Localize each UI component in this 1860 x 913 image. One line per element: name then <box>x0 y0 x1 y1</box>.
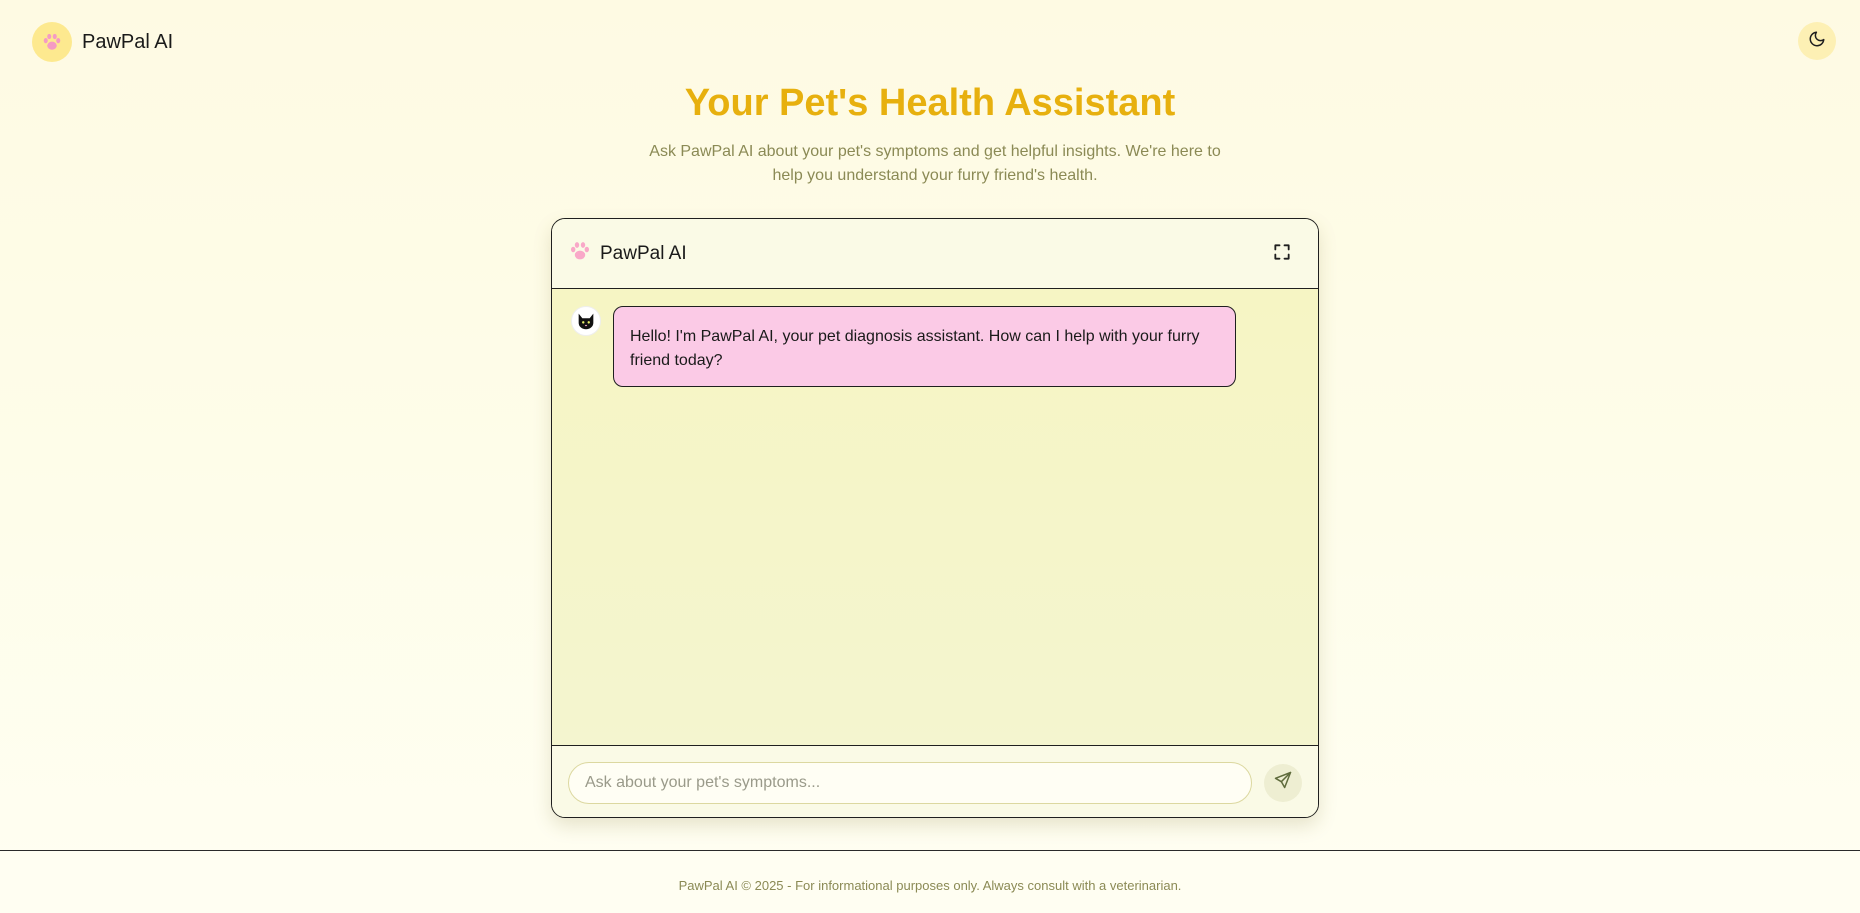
cat-avatar-icon <box>571 306 601 336</box>
theme-toggle-button[interactable] <box>1798 22 1836 60</box>
brand[interactable]: PawPal AI <box>32 22 173 62</box>
paw-icon <box>32 22 72 62</box>
assistant-message: Hello! I'm PawPal AI, your pet diagnosis… <box>571 306 1236 387</box>
footer: PawPal AI © 2025 - For informational pur… <box>0 850 1860 913</box>
composer <box>552 745 1318 817</box>
brand-name: PawPal AI <box>82 30 174 53</box>
message-list[interactable]: Hello! I'm PawPal AI, your pet diagnosis… <box>552 289 1318 745</box>
expand-button[interactable] <box>1270 242 1294 266</box>
chat-window: PawPal AI Hello! I'm PawPal AI, your pet… <box>551 218 1319 818</box>
moon-icon <box>1808 30 1826 53</box>
chat-header: PawPal AI <box>552 219 1318 289</box>
page-subtitle: Ask PawPal AI about your pet's symptoms … <box>649 143 1221 184</box>
page-title: Your Pet's Health Assistant <box>684 82 1176 124</box>
footer-text: PawPal AI © 2025 - For informational pur… <box>678 878 1182 893</box>
send-icon <box>1273 770 1293 795</box>
message-input[interactable] <box>568 761 1253 804</box>
paw-icon <box>568 239 592 268</box>
expand-icon <box>1272 242 1292 267</box>
send-button[interactable] <box>1264 763 1302 802</box>
chat-title: PawPal AI <box>600 242 687 264</box>
message-bubble: Hello! I'm PawPal AI, your pet diagnosis… <box>613 306 1236 387</box>
